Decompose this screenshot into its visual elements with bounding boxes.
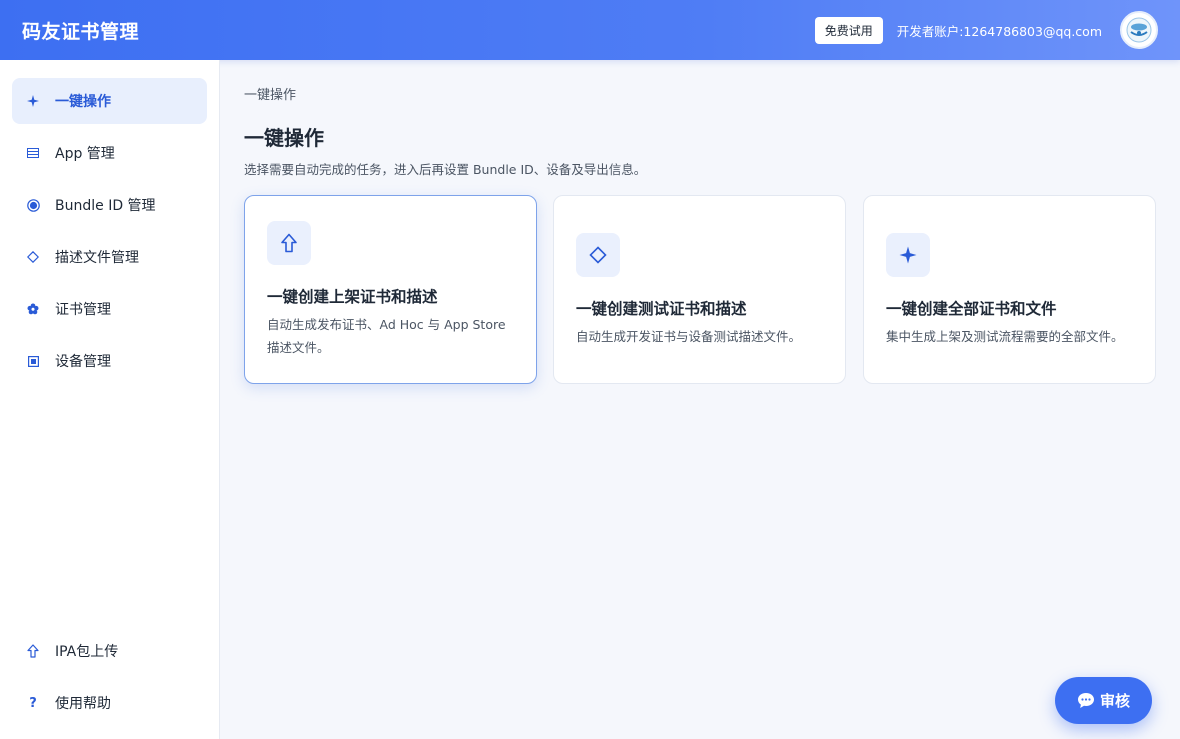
sidebar-item-one-click[interactable]: 一键操作 <box>12 78 207 124</box>
card-description: 自动生成开发证书与设备测试描述文件。 <box>576 329 802 344</box>
sidebar: 一键操作 App 管理 Bundle ID 管理 描述文件管理 证书管理 设备管… <box>0 60 220 739</box>
diamond-icon <box>576 233 620 277</box>
card-title: 一键创建上架证书和描述 <box>267 288 438 306</box>
sidebar-item-app[interactable]: App 管理 <box>12 130 207 176</box>
sidebar-item-bundle-id[interactable]: Bundle ID 管理 <box>12 182 207 228</box>
card-title: 一键创建全部证书和文件 <box>886 300 1057 318</box>
sidebar-item-help[interactable]: ? 使用帮助 <box>12 680 207 726</box>
brand-title: 码友证书管理 <box>22 20 140 43</box>
sparkle-icon <box>26 95 40 107</box>
review-fab-label: 审核 <box>1099 692 1130 710</box>
avatar-logo-icon <box>1126 17 1152 43</box>
question-icon: ? <box>29 695 37 711</box>
sidebar-item-ipa-upload[interactable]: IPA包上传 <box>12 628 207 674</box>
card-title: 一键创建测试证书和描述 <box>576 300 747 318</box>
card-all-certificates[interactable]: 一键创建全部证书和文件 集中生成上架及测试流程需要的全部文件。 <box>863 195 1156 384</box>
page-description: 选择需要自动完成的任务，进入后再设置 Bundle ID、设备及导出信息。 <box>244 162 647 177</box>
breadcrumb: 一键操作 <box>244 88 297 103</box>
target-icon <box>26 198 40 212</box>
sidebar-item-label: 描述文件管理 <box>55 250 139 266</box>
upload-arrow-icon <box>267 221 311 265</box>
sidebar-item-label: IPA包上传 <box>55 644 119 660</box>
sidebar-item-label: Bundle ID 管理 <box>55 198 156 214</box>
sidebar-item-devices[interactable]: 设备管理 <box>12 338 207 384</box>
flower-icon <box>26 303 40 315</box>
free-trial-button[interactable]: 免费试用 <box>814 16 883 44</box>
header-right: 免费试用 开发者账户:1264786803@qq.com <box>814 11 1158 49</box>
review-fab-button[interactable]: 审核 <box>1055 677 1152 724</box>
page-title: 一键操作 <box>244 126 324 150</box>
sparkle-icon <box>886 233 930 277</box>
card-description: 自动生成发布证书、Ad Hoc 与 App Store 描述文件。 <box>267 317 506 355</box>
upload-arrow-icon <box>26 644 40 658</box>
account-label: 开发者账户:1264786803@qq.com <box>896 23 1102 39</box>
card-release-certificates[interactable]: 一键创建上架证书和描述 自动生成发布证书、Ad Hoc 与 App Store … <box>244 195 537 384</box>
sidebar-item-certificates[interactable]: 证书管理 <box>12 286 207 332</box>
top-header: 码友证书管理 免费试用 开发者账户:1264786803@qq.com <box>0 0 1180 60</box>
list-icon <box>26 148 40 158</box>
diamond-icon <box>26 251 40 263</box>
avatar[interactable] <box>1120 11 1158 49</box>
chat-bubble-icon <box>1077 692 1095 709</box>
sidebar-item-label: 证书管理 <box>55 302 111 318</box>
card-test-certificates[interactable]: 一键创建测试证书和描述 自动生成开发证书与设备测试描述文件。 <box>553 195 846 384</box>
sidebar-item-label: 使用帮助 <box>55 696 111 712</box>
sidebar-item-profiles[interactable]: 描述文件管理 <box>12 234 207 280</box>
device-icon <box>26 355 40 367</box>
sidebar-item-label: 设备管理 <box>55 354 111 370</box>
main-content: 一键操作 一键操作 选择需要自动完成的任务，进入后再设置 Bundle ID、设… <box>220 60 1180 739</box>
card-description: 集中生成上架及测试流程需要的全部文件。 <box>886 329 1124 344</box>
sidebar-item-label: App 管理 <box>55 146 115 162</box>
sidebar-item-label: 一键操作 <box>55 94 111 110</box>
